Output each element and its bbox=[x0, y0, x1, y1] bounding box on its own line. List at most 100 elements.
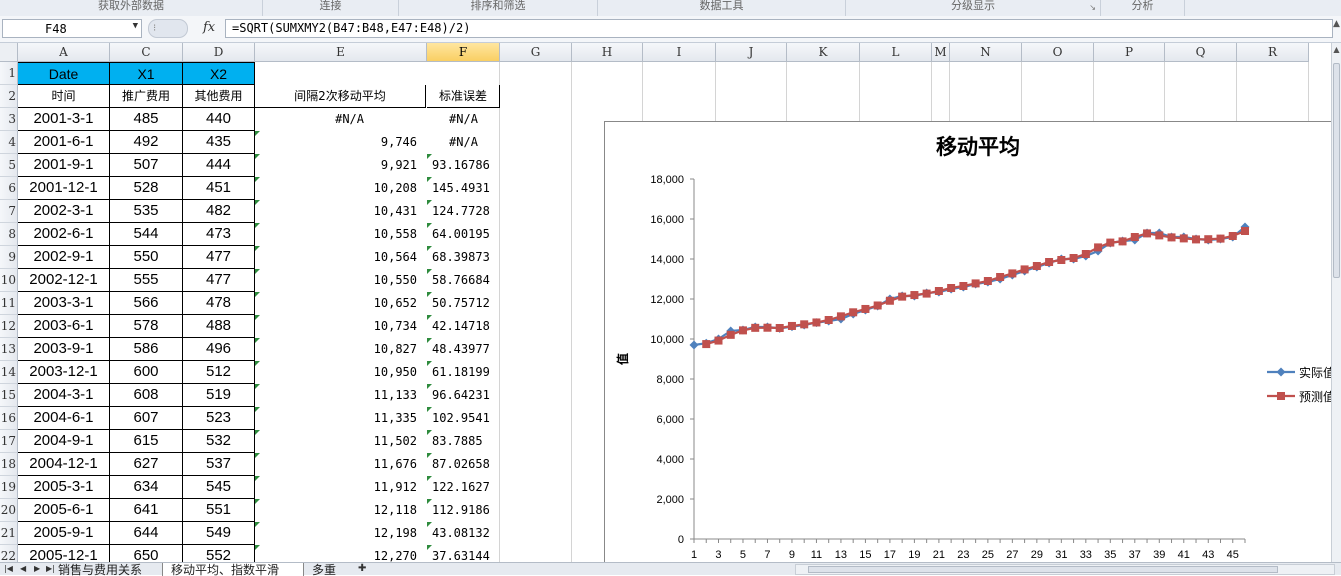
table-data-cell[interactable]: 615 bbox=[110, 430, 183, 453]
horizontal-scroll-thumb[interactable] bbox=[808, 566, 1278, 573]
standard-error-cell[interactable]: 42.14718 bbox=[427, 315, 500, 338]
table-data-cell[interactable]: 608 bbox=[110, 384, 183, 407]
table-data-cell[interactable]: 2003-6-1 bbox=[18, 315, 110, 338]
row-header-18[interactable]: 18 bbox=[0, 453, 18, 476]
table-data-cell[interactable]: 2001-6-1 bbox=[18, 131, 110, 154]
table-data-cell[interactable]: 644 bbox=[110, 522, 183, 545]
moving-average-cell[interactable]: 10,431 bbox=[255, 200, 427, 223]
standard-error-cell[interactable]: 122.1627 bbox=[427, 476, 500, 499]
table-data-cell[interactable]: 488 bbox=[183, 315, 255, 338]
table-data-cell[interactable]: 537 bbox=[183, 453, 255, 476]
table-data-cell[interactable]: 634 bbox=[110, 476, 183, 499]
table-data-cell[interactable]: 440 bbox=[183, 108, 255, 131]
standard-error-cell[interactable]: 83.7885 bbox=[427, 430, 500, 453]
table-data-cell[interactable]: 485 bbox=[110, 108, 183, 131]
table-header-cell[interactable]: X2 bbox=[183, 62, 255, 85]
moving-average-cell[interactable]: 11,912 bbox=[255, 476, 427, 499]
table-data-cell[interactable]: 519 bbox=[183, 384, 255, 407]
table-data-cell[interactable]: 532 bbox=[183, 430, 255, 453]
column-header-o[interactable]: O bbox=[1022, 43, 1094, 62]
table-data-cell[interactable]: 507 bbox=[110, 154, 183, 177]
moving-average-cell[interactable]: 10,734 bbox=[255, 315, 427, 338]
horizontal-scrollbar[interactable] bbox=[795, 564, 1335, 575]
standard-error-cell[interactable]: 112.9186 bbox=[427, 499, 500, 522]
table-data-cell[interactable]: 477 bbox=[183, 246, 255, 269]
table-data-cell[interactable]: 2005-6-1 bbox=[18, 499, 110, 522]
table-data-cell[interactable]: 451 bbox=[183, 177, 255, 200]
table-data-cell[interactable]: 477 bbox=[183, 269, 255, 292]
table-data-cell[interactable]: 2005-3-1 bbox=[18, 476, 110, 499]
table-data-cell[interactable]: 578 bbox=[110, 315, 183, 338]
standard-error-cell[interactable]: 102.9541 bbox=[427, 407, 500, 430]
insert-sheet-icon[interactable]: ✚ bbox=[358, 563, 366, 575]
table-data-cell[interactable]: 492 bbox=[110, 131, 183, 154]
table-data-cell[interactable]: 444 bbox=[183, 154, 255, 177]
row-header-4[interactable]: 4 bbox=[0, 131, 18, 154]
table-data-cell[interactable]: 478 bbox=[183, 292, 255, 315]
column-header-n[interactable]: N bbox=[950, 43, 1022, 62]
select-all-corner[interactable] bbox=[0, 43, 18, 62]
table-data-cell[interactable]: 2003-3-1 bbox=[18, 292, 110, 315]
column-header-h[interactable]: H bbox=[572, 43, 643, 62]
table-data-cell[interactable]: 473 bbox=[183, 223, 255, 246]
table-data-cell[interactable]: 2004-9-1 bbox=[18, 430, 110, 453]
standard-error-cell[interactable]: 61.18199 bbox=[427, 361, 500, 384]
moving-average-cell[interactable]: 12,198 bbox=[255, 522, 427, 545]
table-data-cell[interactable]: 2003-12-1 bbox=[18, 361, 110, 384]
row-header-19[interactable]: 19 bbox=[0, 476, 18, 499]
standard-error-cell[interactable]: 50.75712 bbox=[427, 292, 500, 315]
formula-input[interactable]: =SQRT(SUMXMY2(B47:B48,E47:E48)/2) bbox=[225, 19, 1333, 38]
table-data-cell[interactable]: 627 bbox=[110, 453, 183, 476]
column-header-e[interactable]: E bbox=[255, 43, 427, 62]
formula-bar-resize-handle[interactable]: ⁝ bbox=[148, 19, 188, 38]
moving-average-cell[interactable]: 10,827 bbox=[255, 338, 427, 361]
moving-average-cell[interactable]: 10,564 bbox=[255, 246, 427, 269]
moving-average-cell[interactable]: 10,558 bbox=[255, 223, 427, 246]
table-data-cell[interactable]: 2001-12-1 bbox=[18, 177, 110, 200]
standard-error-cell[interactable]: #N/A bbox=[427, 108, 500, 131]
table-data-cell[interactable]: 2002-3-1 bbox=[18, 200, 110, 223]
column-header-c[interactable]: C bbox=[110, 43, 183, 62]
table-data-cell[interactable]: 545 bbox=[183, 476, 255, 499]
sheet-tab-sales[interactable]: 销售与费用关系 bbox=[50, 563, 160, 576]
expand-formula-bar-icon[interactable]: ▲ bbox=[1333, 19, 1341, 38]
row-header-9[interactable]: 9 bbox=[0, 246, 18, 269]
standard-error-cell[interactable]: 96.64231 bbox=[427, 384, 500, 407]
table-subheader-cell[interactable]: 推广费用 bbox=[110, 85, 183, 108]
table-data-cell[interactable]: 544 bbox=[110, 223, 183, 246]
table-data-cell[interactable]: 641 bbox=[110, 499, 183, 522]
vertical-scrollbar[interactable]: ▲ bbox=[1331, 43, 1341, 562]
row-header-7[interactable]: 7 bbox=[0, 200, 18, 223]
table-subheader-cell[interactable]: 时间 bbox=[18, 85, 110, 108]
table-data-cell[interactable]: 549 bbox=[183, 522, 255, 545]
standard-error-cell[interactable]: 48.43977 bbox=[427, 338, 500, 361]
table-data-cell[interactable]: 566 bbox=[110, 292, 183, 315]
row-header-10[interactable]: 10 bbox=[0, 269, 18, 292]
standard-error-cell[interactable]: 58.76684 bbox=[427, 269, 500, 292]
column-header-f[interactable]: F bbox=[427, 43, 500, 62]
moving-average-chart[interactable]: 移动平均值 0 2,000 4,000 6,000 8,000 10,000 12,000 14… bbox=[604, 121, 1341, 562]
chevron-down-icon[interactable]: ▼ bbox=[133, 21, 138, 31]
next-sheet-icon[interactable]: ▶ bbox=[34, 563, 40, 575]
row-header-21[interactable]: 21 bbox=[0, 522, 18, 545]
row-header-17[interactable]: 17 bbox=[0, 430, 18, 453]
standard-error-cell[interactable]: #N/A bbox=[427, 131, 500, 154]
table-data-cell[interactable]: 600 bbox=[110, 361, 183, 384]
row-header-16[interactable]: 16 bbox=[0, 407, 18, 430]
column-header-g[interactable]: G bbox=[500, 43, 572, 62]
first-sheet-icon[interactable]: |◀ bbox=[4, 563, 13, 575]
table-data-cell[interactable]: 2001-9-1 bbox=[18, 154, 110, 177]
column-header-i[interactable]: I bbox=[643, 43, 716, 62]
column-header-k[interactable]: K bbox=[787, 43, 860, 62]
column-header-a[interactable]: A bbox=[18, 43, 110, 62]
moving-average-cell[interactable]: 11,502 bbox=[255, 430, 427, 453]
name-box[interactable]: F48 ▼ bbox=[2, 19, 142, 38]
table-data-cell[interactable]: 482 bbox=[183, 200, 255, 223]
column-header-d[interactable]: D bbox=[183, 43, 255, 62]
column-header-l[interactable]: L bbox=[860, 43, 932, 62]
table-header-cell[interactable]: Date bbox=[18, 62, 110, 85]
table-data-cell[interactable]: 2004-3-1 bbox=[18, 384, 110, 407]
table-data-cell[interactable]: 512 bbox=[183, 361, 255, 384]
moving-average-cell[interactable]: 9,746 bbox=[255, 131, 427, 154]
row-header-5[interactable]: 5 bbox=[0, 154, 18, 177]
